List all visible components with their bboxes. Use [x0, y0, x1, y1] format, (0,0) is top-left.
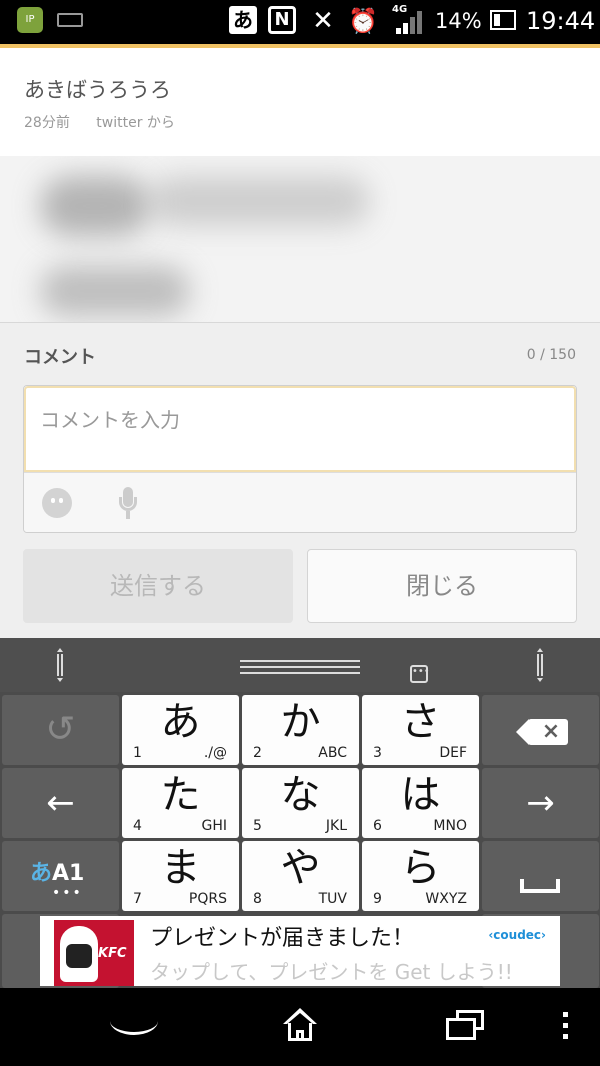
key-num: 1: [133, 745, 142, 761]
signal-icon: 4G: [392, 4, 428, 36]
key-alpha: JKL: [325, 818, 347, 834]
key-na[interactable]: な 5 JKL: [242, 768, 359, 838]
key-kana: か: [280, 699, 321, 745]
key-alpha: ./@: [203, 745, 227, 761]
network-type-label: 4G: [392, 4, 408, 15]
mute-icon: ✕: [312, 6, 334, 36]
key-kana: さ: [400, 699, 441, 745]
ad-headline: プレゼントが届きました！: [150, 926, 415, 951]
comment-box: [23, 385, 577, 533]
arrow-right-icon: →: [526, 783, 555, 823]
undo-key[interactable]: ↺: [2, 695, 119, 765]
cursor-right-key[interactable]: →: [482, 768, 599, 838]
input-mode-label: あA1: [30, 855, 84, 887]
ad-cta: タップして、プレゼントを Get しよう!!: [150, 960, 513, 984]
key-num: 4: [133, 818, 142, 834]
key-alpha: GHI: [201, 818, 227, 834]
key-alpha: PQRS: [188, 891, 227, 907]
status-bar: IP あ N ✕ ⏰ 4G 14% 19:44: [0, 0, 600, 44]
backspace-x: ×: [541, 719, 561, 744]
back-icon[interactable]: [108, 1016, 160, 1038]
key-ya[interactable]: や 8 TUV: [242, 841, 359, 911]
space-icon: [520, 879, 560, 893]
key-alpha: MNO: [433, 818, 467, 834]
kfc-logo-text: KFC: [98, 946, 127, 961]
comment-label: コメント: [24, 347, 96, 368]
arrow-left-icon: ←: [46, 783, 75, 823]
key-num: 3: [373, 745, 382, 761]
key-alpha: WXYZ: [425, 891, 467, 907]
post-author[interactable]: あきばうろうろ: [24, 74, 171, 104]
ime-icon: あ: [229, 6, 257, 34]
post-header: あきばうろうろ 28分前 twitter から: [0, 48, 600, 156]
mode-alpha: A1: [52, 861, 85, 886]
menu-icon[interactable]: [562, 1012, 570, 1042]
comment-input[interactable]: [24, 386, 576, 472]
key-kana: な: [280, 772, 321, 818]
cursor-left-key[interactable]: ←: [2, 768, 119, 838]
navigation-bar: [0, 988, 600, 1066]
key-num: 6: [373, 818, 382, 834]
key-ma[interactable]: ま 7 PQRS: [122, 841, 239, 911]
post-source: twitter から: [96, 115, 175, 131]
ad-brand: ‹coudec›: [488, 928, 546, 942]
key-kana: ま: [160, 845, 201, 891]
key-a[interactable]: あ 1 ./@: [122, 695, 239, 765]
recent-apps-icon[interactable]: [446, 1008, 486, 1044]
input-mode-key[interactable]: あA1 •••: [2, 841, 119, 911]
battery-icon: [490, 10, 516, 30]
resize-grip-left-icon[interactable]: [54, 648, 66, 684]
key-num: 7: [133, 891, 142, 907]
key-kana: あ: [160, 699, 201, 745]
clock: 19:44: [526, 7, 596, 35]
comment-panel: コメント 0 / 150 送信する 閉じる: [0, 322, 600, 638]
key-kana: ら: [400, 845, 441, 891]
keyboard-menu-icon[interactable]: •••: [410, 665, 430, 683]
resize-grip-right-icon[interactable]: [534, 648, 546, 684]
battery-percent: 14%: [435, 9, 482, 33]
key-alpha: DEF: [439, 745, 467, 761]
key-ha[interactable]: は 6 MNO: [362, 768, 479, 838]
key-sa[interactable]: さ 3 DEF: [362, 695, 479, 765]
comment-toolbar: [24, 472, 576, 532]
key-kana: た: [160, 772, 201, 818]
post-meta: 28分前 twitter から: [24, 112, 175, 132]
key-alpha: ABC: [318, 745, 347, 761]
nfc-icon: N: [268, 6, 296, 34]
key-ra[interactable]: ら 9 WXYZ: [362, 841, 479, 911]
key-kana: や: [280, 845, 321, 891]
keyboard-icon: [57, 13, 83, 27]
key-kana: は: [400, 772, 441, 818]
undo-icon: ↺: [45, 709, 76, 750]
key-ta[interactable]: た 4 GHI: [122, 768, 239, 838]
blurred-post-content: [0, 156, 600, 322]
key-alpha: TUV: [318, 891, 347, 907]
home-icon[interactable]: [282, 1008, 318, 1044]
key-num: 9: [373, 891, 382, 907]
backspace-key[interactable]: ×: [482, 695, 599, 765]
close-button[interactable]: 閉じる: [307, 549, 577, 623]
microphone-icon[interactable]: [118, 487, 138, 521]
app-ip-icon: IP: [17, 7, 43, 33]
kfc-logo: KFC: [54, 920, 134, 986]
post-time: 28分前: [24, 115, 70, 131]
ad-banner[interactable]: KFC プレゼントが届きました！ ‹coudec› タップして、プレゼントを G…: [40, 916, 560, 986]
mode-kana: あ: [30, 861, 53, 886]
comment-char-counter: 0 / 150: [526, 347, 576, 363]
mode-dots: •••: [52, 885, 83, 901]
emoji-icon[interactable]: [42, 488, 72, 518]
keyboard-toolbar: •••: [0, 638, 600, 692]
key-ka[interactable]: か 2 ABC: [242, 695, 359, 765]
send-button[interactable]: 送信する: [23, 549, 293, 623]
key-num: 5: [253, 818, 262, 834]
space-key[interactable]: [482, 841, 599, 911]
backspace-icon: ×: [516, 719, 568, 745]
alarm-icon: ⏰: [348, 7, 378, 35]
keyboard-drag-handle[interactable]: [240, 660, 360, 674]
key-num: 2: [253, 745, 262, 761]
key-num: 8: [253, 891, 262, 907]
